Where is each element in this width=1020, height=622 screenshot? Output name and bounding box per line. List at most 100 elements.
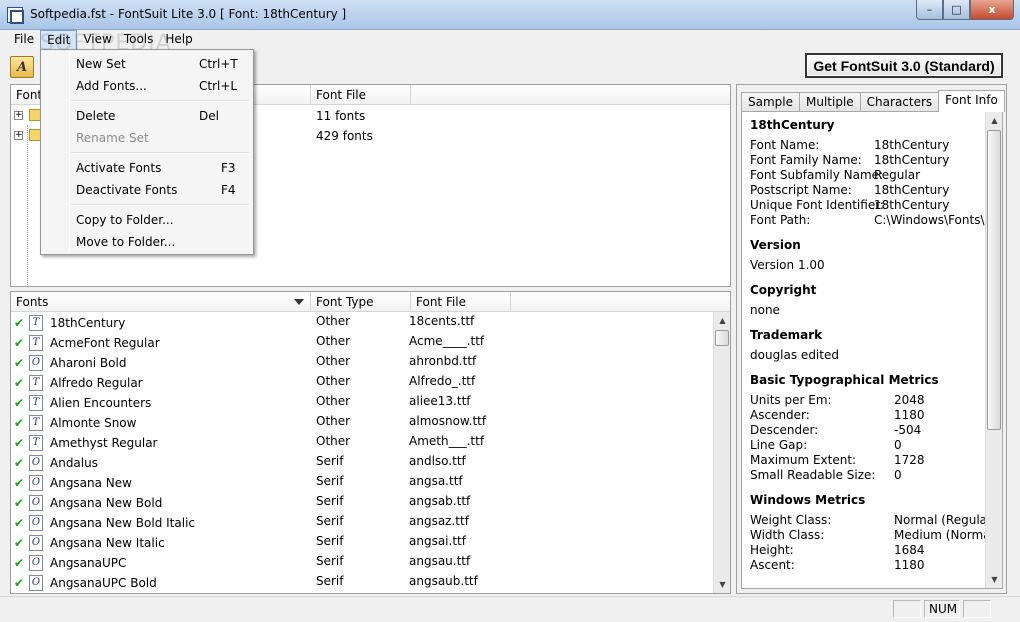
menu-label: Delete xyxy=(76,109,116,123)
active-check-icon[interactable]: ✔ xyxy=(14,436,24,450)
scroll-down-icon[interactable]: ▼ xyxy=(986,571,1002,588)
maximize-icon: □ xyxy=(951,3,962,16)
info-label: Descender: xyxy=(750,423,819,437)
font-name: Andalus xyxy=(50,456,98,470)
scroll-up-icon[interactable]: ▲ xyxy=(714,312,730,329)
font-info-panel: Sample Multiple Characters Font Info 18t… xyxy=(736,84,1007,594)
tab-font-info[interactable]: Font Info xyxy=(938,90,1005,112)
font-row[interactable]: ✔ O Andalus Serif andlso.ttf xyxy=(11,453,714,473)
font-file-icon: O xyxy=(29,575,43,591)
scroll-up-icon[interactable]: ▲ xyxy=(986,112,1002,129)
menu-move-to-folder[interactable]: Move to Folder... xyxy=(43,231,251,253)
sets-col-file[interactable]: Font File xyxy=(311,85,411,105)
active-check-icon[interactable]: ✔ xyxy=(14,376,24,390)
active-check-icon[interactable]: ✔ xyxy=(14,516,24,530)
menu-activate-fonts[interactable]: Activate Fonts F3 xyxy=(43,157,251,179)
font-row[interactable]: ✔ O Angsana New Serif angsa.ttf xyxy=(11,473,714,493)
menu-copy-to-folder[interactable]: Copy to Folder... xyxy=(43,209,251,231)
font-type: Other xyxy=(316,354,351,368)
font-file-icon: T xyxy=(29,375,43,391)
active-check-icon[interactable]: ✔ xyxy=(14,536,24,550)
font-row[interactable]: ✔ O Angsana New Italic Serif angsai.ttf xyxy=(11,533,714,553)
menu-rename-set: Rename Set xyxy=(43,127,251,149)
sort-down-icon[interactable] xyxy=(294,299,304,305)
font-folder-button[interactable]: A xyxy=(10,56,34,78)
active-check-icon[interactable]: ✔ xyxy=(14,396,24,410)
font-file-icon: O xyxy=(29,555,43,571)
font-name: Alien Encounters xyxy=(50,396,152,410)
menu-shortcut: Del xyxy=(199,109,219,123)
font-row[interactable]: ✔ O Aharoni Bold Other ahronbd.ttf xyxy=(11,353,714,373)
fonts-col-type[interactable]: Font Type xyxy=(311,292,411,312)
fonts-header: Fonts Font Type Font File xyxy=(11,292,730,312)
expand-icon[interactable]: + xyxy=(14,131,23,140)
menu-new-set[interactable]: New Set Ctrl+T xyxy=(43,53,251,75)
font-row[interactable]: ✔ T 18thCentury Other 18cents.ttf xyxy=(11,313,714,333)
close-button[interactable]: x xyxy=(970,0,1014,20)
font-type: Serif xyxy=(316,574,344,588)
font-type: Serif xyxy=(316,534,344,548)
font-file-icon: O xyxy=(29,535,43,551)
font-row[interactable]: ✔ T AcmeFont Regular Other Acme____.ttf xyxy=(11,333,714,353)
scroll-down-icon[interactable]: ▼ xyxy=(714,576,730,593)
title-bar[interactable]: Softpedia.fst - FontSuit Lite 3.0 [ Font… xyxy=(0,0,1020,30)
info-value: 2048 xyxy=(894,393,925,407)
font-type: Other xyxy=(316,314,351,328)
active-check-icon[interactable]: ✔ xyxy=(14,336,24,350)
tab-multiple[interactable]: Multiple xyxy=(799,92,861,112)
font-row[interactable]: ✔ T Amethyst Regular Other Ameth___.ttf xyxy=(11,433,714,453)
info-label: Postscript Name: xyxy=(750,183,852,197)
font-type: Other xyxy=(316,434,351,448)
active-check-icon[interactable]: ✔ xyxy=(14,416,24,430)
font-row[interactable]: ✔ O Angsana New Bold Italic Serif angsaz.ttf xyxy=(11,513,714,533)
info-label: Small Readable Size: xyxy=(750,468,876,482)
scroll-thumb[interactable] xyxy=(987,130,1001,430)
menu-delete[interactable]: Delete Del xyxy=(43,105,251,127)
font-file-icon: O xyxy=(29,495,43,511)
font-type: Other xyxy=(316,334,351,348)
info-label: Font Path: xyxy=(750,213,811,227)
font-row[interactable]: ✔ O AngsanaUPC Serif angsau.ttf xyxy=(11,553,714,573)
menu-file[interactable]: File xyxy=(8,30,40,50)
scroll-thumb[interactable] xyxy=(715,330,729,346)
tab-sample[interactable]: Sample xyxy=(741,92,800,112)
menu-deactivate-fonts[interactable]: Deactivate Fonts F4 xyxy=(43,179,251,201)
active-check-icon[interactable]: ✔ xyxy=(14,496,24,510)
active-check-icon[interactable]: ✔ xyxy=(14,356,24,370)
tab-characters[interactable]: Characters xyxy=(859,92,940,112)
info-label: Font Subfamily Name: xyxy=(750,168,884,182)
expand-icon[interactable]: + xyxy=(14,111,23,120)
font-file: angsau.ttf xyxy=(409,554,471,568)
font-type: Serif xyxy=(316,514,344,528)
font-row[interactable]: ✔ O AngsanaUPC Bold Serif angsaub.ttf xyxy=(11,573,714,593)
windows-metrics-heading: Windows Metrics xyxy=(750,493,866,507)
menu-shortcut: Ctrl+L xyxy=(199,79,238,93)
maximize-button[interactable]: □ xyxy=(943,0,970,20)
menu-add-fonts[interactable]: Add Fonts... Ctrl+L xyxy=(43,75,251,97)
font-row[interactable]: ✔ T Alfredo Regular Other Alfredo_.ttf xyxy=(11,373,714,393)
font-row[interactable]: ✔ T Alien Encounters Other aliee13.ttf xyxy=(11,393,714,413)
info-value: 0 xyxy=(894,438,902,452)
fonts-col-file[interactable]: Font File xyxy=(411,292,511,312)
font-row[interactable]: ✔ O Angsana New Bold Serif angsab.ttf xyxy=(11,493,714,513)
info-label: Ascent: xyxy=(750,558,795,572)
get-fontsuit-button[interactable]: Get FontSuit 3.0 (Standard) xyxy=(805,53,1003,78)
active-check-icon[interactable]: ✔ xyxy=(14,316,24,330)
minimize-icon: – xyxy=(926,3,933,16)
menu-label: New Set xyxy=(76,57,126,71)
close-icon: x xyxy=(988,3,996,16)
active-check-icon[interactable]: ✔ xyxy=(14,476,24,490)
font-row[interactable]: ✔ T Almonte Snow Other almosnow.ttf xyxy=(11,413,714,433)
info-scrollbar[interactable]: ▲ ▼ xyxy=(985,112,1002,588)
active-check-icon[interactable]: ✔ xyxy=(14,456,24,470)
app-icon[interactable] xyxy=(7,7,24,24)
menu-label: Rename Set xyxy=(76,131,149,145)
font-name: Angsana New Italic xyxy=(50,536,165,550)
fonts-scrollbar[interactable]: ▲ ▼ xyxy=(713,312,730,593)
fonts-col-name[interactable]: Fonts xyxy=(11,292,311,312)
active-check-icon[interactable]: ✔ xyxy=(14,576,24,590)
minimize-button[interactable]: – xyxy=(916,0,943,20)
active-check-icon[interactable]: ✔ xyxy=(14,556,24,570)
font-file-icon: T xyxy=(29,315,43,331)
tree-line xyxy=(27,125,28,285)
